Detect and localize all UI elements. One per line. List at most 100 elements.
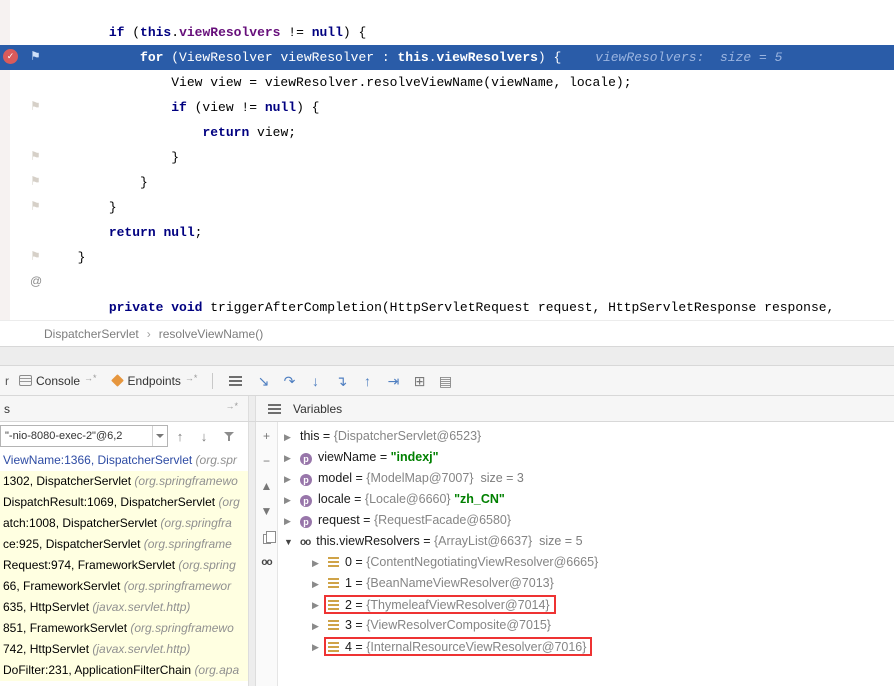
debug-panels: "-nio-8080-exec-2"@6,2 ↑↓ ViewName:1366,… (0, 422, 894, 686)
code-line[interactable]: return null; (0, 220, 894, 245)
toolbar-menu-icon[interactable] (229, 376, 242, 386)
force-step-into-icon[interactable]: ↴ (328, 367, 354, 395)
code-line[interactable] (0, 270, 894, 295)
code-indent (62, 300, 109, 315)
variable-content: prequest = {RequestFacade@6580} (300, 513, 511, 527)
expand-icon[interactable]: ▶ (284, 490, 300, 510)
stack-frame-row[interactable]: 742, HttpServlet (javax.servlet.http) (0, 639, 248, 660)
bookmark-icon[interactable]: ⚑ (30, 48, 41, 64)
step-over-icon[interactable]: ↷ (276, 367, 302, 395)
expand-icon[interactable]: ▶ (284, 448, 300, 468)
show-execution-point-icon[interactable]: ↘ (250, 367, 276, 395)
expand-icon[interactable]: ▶ (312, 553, 328, 573)
expand-icon[interactable]: ▶ (312, 574, 328, 594)
variable-string-value: "indexj" (391, 450, 439, 464)
editor-top-padding (0, 0, 894, 20)
expand-icon[interactable]: ▶ (284, 511, 300, 531)
stack-frame-row[interactable]: ViewName:1366, DispatcherServlet (org.sp… (0, 450, 248, 471)
code-line[interactable]: } (0, 195, 894, 220)
annotation-gutter-icon: @ (30, 273, 42, 289)
frames-panel-header: s →* (0, 396, 248, 421)
copy-value-icon[interactable] (263, 534, 271, 544)
remove-watch-icon[interactable]: − (260, 455, 274, 467)
equals-sign: = (319, 429, 333, 443)
execution-line[interactable]: for (ViewResolver viewResolver : this.vi… (0, 45, 894, 70)
horizontal-splitter[interactable] (0, 346, 894, 366)
code-line[interactable]: return view; (0, 120, 894, 145)
tab-endpoints[interactable]: Endpoints→* (104, 366, 205, 395)
step-out-icon[interactable]: ↑ (354, 367, 380, 395)
tab-debugger-cropped[interactable]: r (2, 374, 12, 388)
code-token: (ViewResolver viewResolver : (163, 50, 397, 65)
stack-frame-row[interactable]: Request:974, FrameworkServlet (org.sprin… (0, 555, 248, 576)
panel-splitter[interactable] (248, 396, 256, 421)
variable-row[interactable]: ▶plocale = {Locale@6660} "zh_CN" (278, 489, 894, 510)
stack-frame-row[interactable]: DoFilter:231, ApplicationFilterChain (or… (0, 660, 248, 681)
next-frame-icon[interactable]: ↓ (192, 429, 216, 444)
previous-frame-icon[interactable]: ↑ (168, 429, 192, 444)
gutter-flag-icon: ⚑ (30, 98, 41, 114)
variables-menu-icon[interactable] (268, 404, 281, 414)
frame-location: ViewName:1366, DispatcherServlet (3, 453, 196, 467)
variable-row[interactable]: ▶2 = {ThymeleafViewResolver@7014} (278, 594, 894, 615)
stack-frame-row[interactable]: 1302, DispatcherServlet (org.springframe… (0, 471, 248, 492)
expand-icon[interactable]: ▶ (284, 469, 300, 489)
code-line[interactable]: } (0, 245, 894, 270)
code-token: != (280, 25, 311, 40)
breadcrumb-item[interactable]: resolveViewName() (159, 327, 263, 341)
show-watches-icon[interactable]: oo (261, 557, 271, 568)
code-line[interactable]: if (this.viewResolvers != null) { (0, 20, 894, 45)
frames-header-pin[interactable]: →* (225, 401, 238, 411)
variable-row[interactable]: ▶3 = {ViewResolverComposite@7015} (278, 615, 894, 636)
panel-splitter-vertical[interactable] (248, 422, 256, 686)
breadcrumb-item[interactable]: DispatcherServlet (44, 327, 139, 341)
add-watch-icon[interactable]: + (260, 430, 274, 442)
gutter-flag-icon: ⚑ (30, 198, 41, 214)
collection-size: size = 5 (532, 534, 582, 548)
stack-frame-row[interactable]: atch:1008, DispatcherServlet (org.spring… (0, 513, 248, 534)
tab-label: Endpoints (128, 374, 181, 388)
variable-row[interactable]: ▶0 = {ContentNegotiatingViewResolver@666… (278, 552, 894, 573)
variable-row[interactable]: ▶pviewName = "indexj" (278, 447, 894, 468)
chevron-down-icon[interactable] (152, 426, 167, 446)
frame-location: atch:1008, DispatcherServlet (3, 516, 160, 530)
hide-library-frames-icon[interactable] (224, 431, 235, 442)
parameter-icon: p (300, 516, 312, 528)
expand-icon[interactable]: ▶ (284, 427, 300, 447)
breakpoint-icon[interactable]: ✓ (3, 49, 18, 64)
code-line[interactable]: View view = viewResolver.resolveViewName… (0, 70, 894, 95)
variable-value: {ThymeleafViewResolver@7014} (366, 598, 549, 612)
stack-frame-row[interactable]: ce:925, DispatcherServlet (org.springfra… (0, 534, 248, 555)
variables-panel-header: Variables (256, 396, 894, 421)
variable-row[interactable]: ▶this = {DispatcherServlet@6523} (278, 426, 894, 447)
code-token: ) { (296, 100, 319, 115)
code-line[interactable]: if (view != null) { (0, 95, 894, 120)
code-indent (62, 225, 109, 240)
stack-frame-row[interactable]: 635, HttpServlet (javax.servlet.http) (0, 597, 248, 618)
step-into-icon[interactable]: ↓ (302, 367, 328, 395)
view-as-table-icon[interactable]: ⊞ (406, 367, 432, 395)
code-token: . (171, 25, 179, 40)
layout-settings-icon[interactable]: ▤ (432, 367, 458, 395)
variable-row[interactable]: ▶4 = {InternalResourceViewResolver@7016} (278, 636, 894, 657)
stack-frame-row[interactable]: DispatchResult:1069, DispatcherServlet (… (0, 492, 248, 513)
code-line[interactable]: private void triggerAfterCompletion(Http… (0, 295, 894, 320)
variable-row[interactable]: ▶1 = {BeanNameViewResolver@7013} (278, 573, 894, 594)
move-watch-down-icon[interactable]: ▼ (260, 505, 274, 517)
thread-selector[interactable]: "-nio-8080-exec-2"@6,2 (0, 425, 168, 447)
code-editor[interactable]: if (this.viewResolvers != null) { for (V… (0, 0, 894, 320)
frame-package: (org (218, 495, 239, 509)
move-watch-up-icon[interactable]: ▲ (260, 480, 274, 492)
tab-console[interactable]: Console→* (12, 366, 104, 395)
variable-row[interactable]: ▼oothis.viewResolvers = {ArrayList@6637}… (278, 531, 894, 552)
frame-package: (org.spr (196, 453, 237, 467)
expand-icon[interactable]: ▶ (312, 616, 328, 636)
variable-row[interactable]: ▶prequest = {RequestFacade@6580} (278, 510, 894, 531)
stack-frame-row[interactable]: 66, FrameworkServlet (org.springframewor (0, 576, 248, 597)
code-line[interactable]: } (0, 145, 894, 170)
run-to-cursor-icon[interactable]: ⇥ (380, 367, 406, 395)
collapse-icon[interactable]: ▼ (284, 532, 300, 552)
variable-row[interactable]: ▶pmodel = {ModelMap@7007} size = 3 (278, 468, 894, 489)
stack-frame-row[interactable]: 851, FrameworkServlet (org.springframewo (0, 618, 248, 639)
code-line[interactable]: } (0, 170, 894, 195)
